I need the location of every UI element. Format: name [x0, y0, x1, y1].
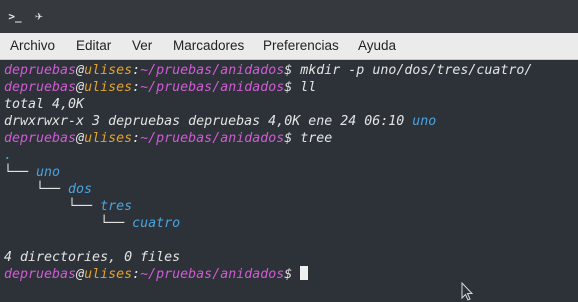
menu-ayuda[interactable]: Ayuda — [358, 33, 396, 59]
menu-preferencias[interactable]: Preferencias — [263, 33, 339, 59]
terminal-line-1: depruebas@ulises:~/pruebas/anidados$ mkd… — [4, 63, 533, 78]
tree-level-4: └── cuatro — [4, 216, 181, 231]
tree-level-1: └── uno — [4, 165, 61, 180]
terminal-line-4: drwxrwxr-x 3 depruebas depruebas 4,0K en… — [4, 114, 437, 129]
terminal-line-3: total 4,0K — [4, 97, 85, 112]
tree-level-2: └── dos — [4, 182, 93, 197]
terminal-line-5: depruebas@ulises:~/pruebas/anidados$ tre… — [4, 131, 333, 146]
menu-marcadores[interactable]: Marcadores — [173, 33, 244, 59]
pin-icon[interactable]: ✈ — [28, 5, 50, 27]
menu-editar[interactable]: Editar — [76, 33, 111, 59]
text-cursor — [300, 266, 309, 280]
terminal-icon[interactable]: >_ — [4, 5, 26, 27]
tree-root: . — [4, 148, 13, 163]
menu-bar: Archivo Editar Ver Marcadores Preferenci… — [0, 33, 578, 60]
title-bar: >_ ✈ — [0, 0, 578, 33]
menu-archivo[interactable]: Archivo — [10, 33, 55, 59]
terminal-output[interactable]: depruebas@ulises:~/pruebas/anidados$ mkd… — [0, 60, 578, 301]
menu-ver[interactable]: Ver — [132, 33, 152, 59]
mouse-ibeam-cursor-icon — [461, 282, 474, 301]
terminal-line-2: depruebas@ulises:~/pruebas/anidados$ ll — [4, 80, 317, 95]
terminal-line-prompt: depruebas@ulises:~/pruebas/anidados$ — [4, 266, 309, 283]
tree-summary: 4 directories, 0 files — [4, 250, 181, 265]
tree-level-3: └── tres — [4, 199, 133, 214]
